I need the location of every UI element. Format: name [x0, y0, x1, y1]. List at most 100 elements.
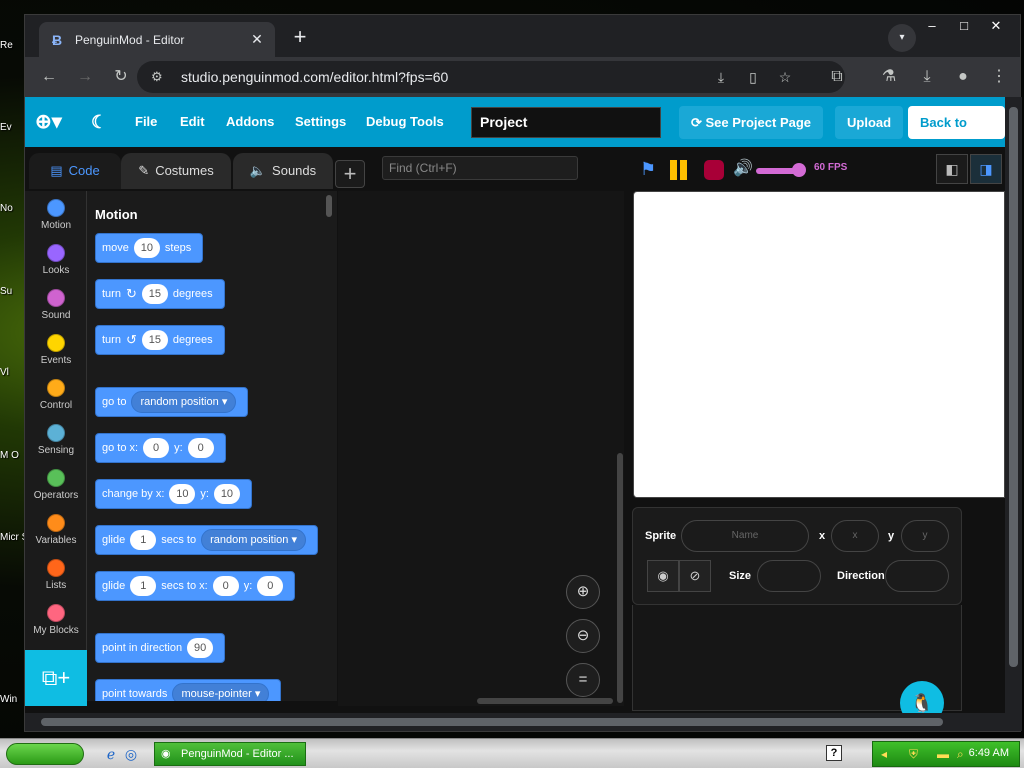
tab-search-button[interactable]: ▾	[888, 24, 916, 52]
desktop-icon-label[interactable]: Re	[0, 40, 24, 51]
block-dropdown[interactable]: random position ▾	[201, 529, 306, 551]
block-go-to-xy[interactable]: go to x: 0 y: 0	[95, 433, 226, 463]
browser-tab[interactable]: Ƀ PenguinMod - Editor ✕	[39, 22, 275, 57]
network-icon[interactable]: ▬	[937, 747, 949, 761]
block-dropdown[interactable]: random position ▾	[131, 391, 237, 413]
block-dropdown[interactable]: mouse-pointer ▾	[172, 683, 270, 701]
block-glide-xy[interactable]: glide 1 secs to x: 0 y: 0	[95, 571, 296, 601]
green-flag-icon[interactable]: ⚑	[640, 159, 656, 180]
block-move-steps[interactable]: move 10 steps	[95, 233, 204, 263]
block-number-input[interactable]: 0	[143, 438, 170, 458]
new-tab-button[interactable]: +	[287, 25, 313, 51]
category-operators[interactable]: Operators	[25, 469, 87, 501]
block-turn-left[interactable]: turn ↺ 15 degrees	[95, 325, 225, 355]
minimize-button[interactable]: –	[916, 15, 948, 37]
page-vertical-scrollbar[interactable]	[1005, 97, 1022, 713]
stage-canvas[interactable]	[633, 191, 1005, 498]
edit-menu[interactable]: Edit	[180, 97, 205, 147]
category-sensing[interactable]: Sensing	[25, 424, 87, 456]
direction-input[interactable]	[885, 560, 949, 592]
theme-moon-icon[interactable]: ☾	[91, 97, 107, 147]
taskbar-window-button[interactable]: ◉ PenguinMod - Editor ...	[154, 742, 306, 766]
size-input[interactable]	[757, 560, 821, 592]
block-point-towards[interactable]: point towards mouse-pointer ▾	[95, 679, 282, 701]
block-point-direction[interactable]: point in direction 90	[95, 633, 226, 663]
search-icon[interactable]: ⌕	[957, 747, 964, 762]
tab-costumes[interactable]: ✎ Costumes	[121, 153, 231, 189]
workspace-horizontal-scrollbar[interactable]	[477, 698, 613, 704]
tab-close-icon[interactable]: ✕	[249, 31, 265, 48]
tab-code[interactable]: ▤ Code	[29, 153, 121, 189]
hide-sprite-button[interactable]: ⊘	[679, 560, 711, 592]
bookmark-star-icon[interactable]: ☆	[773, 61, 797, 93]
y-input[interactable]: y	[901, 520, 949, 552]
block-number-input[interactable]: 0	[257, 576, 284, 596]
desktop-icon-label[interactable]: Vl	[0, 367, 24, 378]
install-app-icon[interactable]: ⤓	[709, 61, 733, 93]
debug-tools-menu[interactable]: Debug Tools	[366, 97, 444, 147]
volume-icon[interactable]: 🔊	[733, 158, 753, 178]
back-to-home-button[interactable]: Back to Home	[908, 106, 1005, 163]
normal-stage-button[interactable]: ◨	[970, 154, 1002, 184]
zoom-reset-button[interactable]: =	[566, 663, 600, 697]
address-bar[interactable]: ⚙ studio.penguinmod.com/editor.html?fps=…	[137, 61, 845, 93]
find-input[interactable]: Find (Ctrl+F)	[382, 156, 578, 180]
upload-button[interactable]: Upload	[835, 106, 904, 139]
block-number-input[interactable]: 0	[212, 576, 239, 596]
zoom-out-button[interactable]: ⊖	[566, 619, 600, 653]
addons-menu[interactable]: Addons	[226, 97, 274, 147]
block-glide-to[interactable]: glide 1 secs to random position ▾	[95, 525, 318, 555]
x-input[interactable]: x	[831, 520, 879, 552]
category-my-blocks[interactable]: My Blocks	[25, 604, 87, 636]
block-number-input[interactable]: 10	[169, 484, 196, 504]
back-arrow-icon[interactable]: ←	[37, 65, 61, 89]
desktop-icon-label[interactable]: Su	[0, 286, 24, 297]
add-sprite-tab-button[interactable]: +	[335, 160, 365, 188]
desktop-icon-label[interactable]: No	[0, 203, 24, 214]
reading-mode-icon[interactable]: ▯	[741, 61, 765, 93]
file-menu[interactable]: File	[135, 97, 157, 147]
category-events[interactable]: Events	[25, 334, 87, 366]
category-variables[interactable]: Variables	[25, 514, 87, 546]
help-icon[interactable]: ?	[826, 745, 842, 761]
browser-menu-icon[interactable]: ⋮	[987, 65, 1011, 89]
settings-menu[interactable]: Settings	[295, 97, 346, 147]
tab-sounds[interactable]: 🔈 Sounds	[233, 153, 333, 189]
downloads-icon[interactable]: ⤓	[915, 65, 939, 89]
pause-button[interactable]	[670, 160, 690, 180]
start-button[interactable]	[6, 743, 84, 765]
add-extension-button[interactable]: ⧉+	[25, 650, 87, 706]
extensions-icon[interactable]: ⧉	[825, 65, 849, 89]
close-window-button[interactable]: ✕	[980, 15, 1012, 37]
project-title-input[interactable]: Project	[471, 107, 661, 138]
scrollbar-thumb[interactable]	[1009, 107, 1018, 667]
block-go-to[interactable]: go to random position ▾	[95, 387, 249, 417]
site-settings-icon[interactable]: ⚙	[151, 61, 163, 93]
stop-button[interactable]	[704, 160, 724, 180]
desktop-icon-label[interactable]: Micr Stu	[0, 532, 24, 543]
category-control[interactable]: Control	[25, 379, 87, 411]
desktop-icon-label[interactable]: Win	[0, 694, 24, 705]
block-number-input[interactable]: 0	[187, 438, 214, 458]
sprite-name-input[interactable]: Name	[681, 520, 809, 552]
profile-avatar-icon[interactable]: ●	[951, 65, 975, 89]
desktop-icon-label[interactable]: M O	[0, 450, 24, 461]
forward-arrow-icon[interactable]: →	[73, 65, 97, 89]
small-stage-button[interactable]: ◧	[936, 154, 968, 184]
block-number-input[interactable]: 15	[141, 284, 168, 304]
block-turn-right[interactable]: turn ↻ 15 degrees	[95, 279, 225, 309]
labs-flask-icon[interactable]: ⚗	[877, 65, 901, 89]
block-number-input[interactable]: 1	[130, 576, 157, 596]
workspace-vertical-scrollbar[interactable]	[617, 453, 623, 703]
maximize-button[interactable]: □	[948, 15, 980, 37]
reload-icon[interactable]: ↻	[109, 65, 133, 89]
desktop-icon-label[interactable]: Ev	[0, 122, 24, 133]
block-number-input[interactable]: 10	[133, 238, 160, 258]
palette-scrollbar[interactable]	[326, 195, 332, 217]
page-horizontal-scrollbar[interactable]	[25, 713, 1022, 731]
tray-arrow-icon[interactable]: ◂	[881, 747, 887, 761]
security-shield-icon[interactable]: ⛨	[909, 747, 918, 762]
quick-launch-icon[interactable]: ◎	[122, 745, 140, 763]
zoom-in-button[interactable]: ⊕	[566, 575, 600, 609]
category-lists[interactable]: Lists	[25, 559, 87, 591]
